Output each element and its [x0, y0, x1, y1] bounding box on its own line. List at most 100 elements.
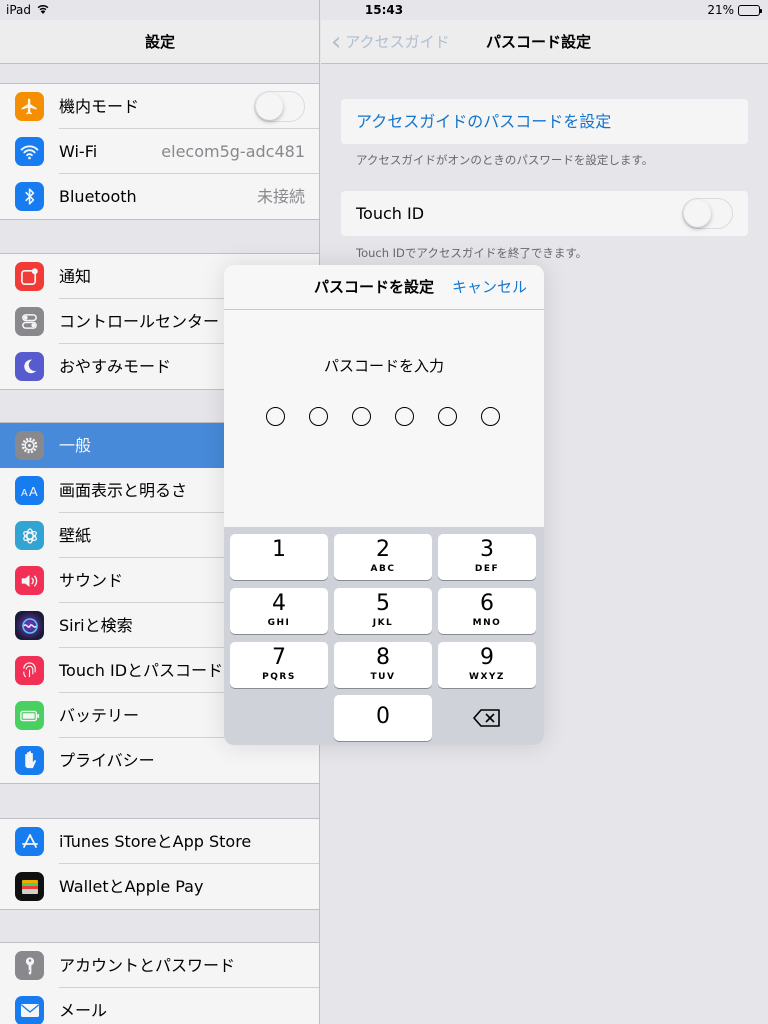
wallpaper-icon: [15, 521, 44, 550]
sidebar-item-label: プライバシー: [59, 751, 155, 770]
sidebar-item-label: Siriと検索: [59, 616, 133, 635]
moon-icon: [15, 352, 44, 381]
sidebar-item-bluetooth[interactable]: Bluetooth 未接続: [0, 174, 319, 219]
key-letters: PQRS: [262, 672, 296, 682]
modal-title: パスコードを設定: [314, 278, 435, 296]
control-center-icon: [15, 307, 44, 336]
sidebar-item-label: Touch IDとパスコード: [59, 661, 224, 680]
notifications-icon: [15, 262, 44, 291]
passcode-dots: [266, 407, 500, 426]
battery-percent: 21%: [707, 3, 734, 17]
key-digit: 0: [376, 704, 390, 729]
keypad-key-7[interactable]: 7 PQRS: [230, 642, 328, 688]
sidebar-item-label: 通知: [59, 267, 92, 286]
key-digit: 4: [272, 591, 286, 616]
sidebar-group-accounts: アカウントとパスワード メール: [0, 942, 319, 1024]
key-letters: TUV: [370, 672, 396, 682]
back-button-label: アクセスガイド: [345, 33, 450, 51]
keypad-key-8[interactable]: 8 TUV: [334, 642, 432, 688]
passcode-dot: [438, 407, 457, 426]
sidebar-item-label: 壁紙: [59, 526, 92, 545]
keypad-key-3[interactable]: 3 DEF: [438, 534, 536, 580]
bluetooth-status-value: 未接続: [256, 187, 305, 206]
passcode-dot: [481, 407, 500, 426]
key-digit: 7: [272, 645, 286, 670]
back-button[interactable]: ‹ アクセスガイド: [331, 20, 450, 64]
display-icon: AA: [15, 476, 44, 505]
modal-header: パスコードを設定 キャンセル: [224, 265, 544, 310]
sidebar-item-label: WalletとApple Pay: [59, 877, 204, 896]
touch-id-switch[interactable]: [682, 198, 733, 229]
key-digit: 3: [480, 537, 494, 562]
sidebar-item-label: メール: [59, 1001, 108, 1020]
sidebar-item-itunes-app-store[interactable]: iTunes StoreとApp Store: [0, 819, 319, 864]
sidebar-item-label: バッテリー: [59, 706, 140, 725]
sidebar-item-label: Bluetooth: [59, 187, 137, 206]
sidebar-group-connectivity: 機内モード Wi-Fi elecom5g-adc481 Bluetooth 未接…: [0, 83, 319, 220]
key-digit: 6: [480, 591, 494, 616]
key-letters: WXYZ: [469, 672, 505, 682]
touch-id-cell: Touch ID: [341, 191, 748, 236]
key-letters: JKL: [372, 618, 394, 628]
key-icon: [15, 951, 44, 980]
speaker-icon: [15, 566, 44, 595]
sidebar-item-label: Wi-Fi: [59, 142, 98, 161]
set-passcode-modal: パスコードを設定 キャンセル パスコードを入力 1 2 ABC 3 DEF 4 GHI 5 JK…: [224, 265, 544, 745]
detail-nav-bar: ‹ アクセスガイド パスコード設定: [321, 20, 768, 64]
airplane-icon: [15, 92, 44, 121]
set-passcode-label: アクセスガイドのパスコードを設定: [356, 112, 612, 131]
sidebar-title: 設定: [0, 20, 319, 64]
hand-icon: [15, 746, 44, 775]
passcode-prompt: パスコードを入力: [323, 357, 444, 375]
keypad-key-6[interactable]: 6 MNO: [438, 588, 536, 634]
keypad-key-9[interactable]: 9 WXYZ: [438, 642, 536, 688]
svg-text:A: A: [29, 484, 38, 498]
keypad-key-0[interactable]: 0: [334, 695, 432, 741]
key-letters: MNO: [472, 618, 502, 628]
sidebar-item-label: おやすみモード: [59, 357, 172, 376]
keypad-key-5[interactable]: 5 JKL: [334, 588, 432, 634]
page-title: パスコード設定: [486, 33, 592, 51]
key-letters: DEF: [474, 564, 500, 574]
key-digit: 5: [376, 591, 390, 616]
key-digit: 2: [376, 537, 390, 562]
passcode-dot: [309, 407, 328, 426]
sidebar-item-label: サウンド: [59, 571, 124, 590]
sidebar-item-wifi[interactable]: Wi-Fi elecom5g-adc481: [0, 129, 319, 174]
touch-id-footer: Touch IDでアクセスガイドを終了できます。: [356, 246, 588, 260]
key-digit: 9: [480, 645, 494, 670]
sidebar-item-label: iTunes StoreとApp Store: [59, 832, 252, 851]
delete-button[interactable]: [438, 695, 536, 741]
sidebar-item-label: 画面表示と明るさ: [59, 481, 188, 500]
sidebar-item-label: 機内モード: [59, 97, 140, 116]
passcode-dot: [266, 407, 285, 426]
keypad-key-2[interactable]: 2 ABC: [334, 534, 432, 580]
key-letters: GHI: [267, 618, 291, 628]
status-bar: iPad 15:43 21%: [0, 0, 768, 20]
sidebar-item-wallet-apple-pay[interactable]: WalletとApple Pay: [0, 864, 319, 909]
bluetooth-icon: [15, 182, 44, 211]
svg-text:A: A: [21, 488, 28, 498]
wallet-icon: [15, 872, 44, 901]
keypad-key-4[interactable]: 4 GHI: [230, 588, 328, 634]
passcode-dot: [352, 407, 371, 426]
set-passcode-footer: アクセスガイドがオンのときのパスワードを設定します。: [356, 153, 654, 167]
siri-icon: [15, 611, 44, 640]
number-keypad: 1 2 ABC 3 DEF 4 GHI 5 JKL 6 MNO 7 PQRS 8 TUV 9 WXYZ 0: [224, 527, 544, 745]
mail-icon: [15, 996, 44, 1024]
keypad-key-1[interactable]: 1: [230, 534, 328, 580]
sidebar-item-accounts-passwords[interactable]: アカウントとパスワード: [0, 943, 319, 988]
passcode-dot: [395, 407, 414, 426]
airplane-mode-switch[interactable]: [254, 91, 305, 122]
app-store-icon: [15, 827, 44, 856]
sidebar-item-mail[interactable]: メール: [0, 988, 319, 1024]
sidebar-item-label: アカウントとパスワード: [59, 956, 236, 975]
sidebar-group-stores: iTunes StoreとApp Store WalletとApple Pay: [0, 818, 319, 910]
touch-id-label: Touch ID: [356, 204, 425, 223]
set-passcode-cell[interactable]: アクセスガイドのパスコードを設定: [341, 99, 748, 144]
cancel-button[interactable]: キャンセル: [452, 265, 527, 310]
backspace-icon: [473, 709, 500, 727]
sidebar-item-airplane-mode[interactable]: 機内モード: [0, 84, 319, 129]
key-digit: 8: [376, 645, 390, 670]
wifi-icon: [15, 137, 44, 166]
